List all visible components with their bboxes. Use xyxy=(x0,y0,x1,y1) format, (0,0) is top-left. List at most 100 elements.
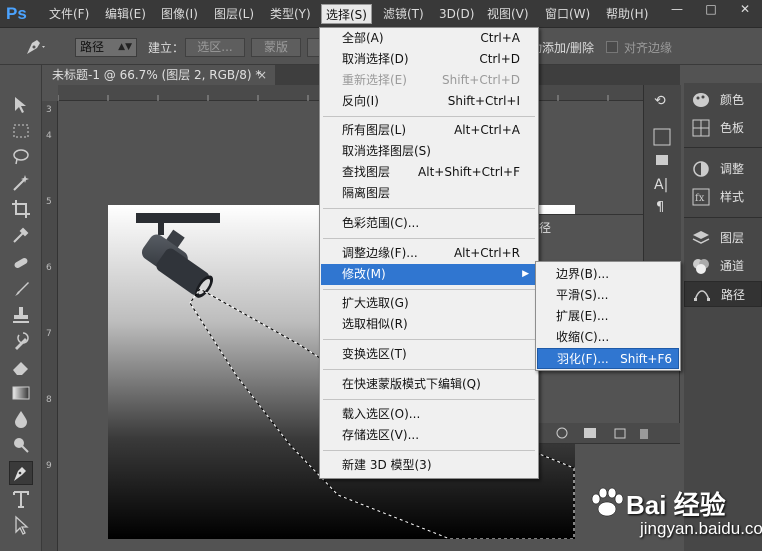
panel-tab-label[interactable]: 径 xyxy=(539,219,551,236)
submenu-arrow-icon: ▶ xyxy=(522,269,529,279)
path-selection-tool-icon[interactable] xyxy=(9,513,33,537)
ruler-tick-label: 5 xyxy=(46,197,52,207)
make-selection-button[interactable]: 选区... xyxy=(185,38,245,57)
menu-select-all[interactable]: 全部(A) Ctrl+A xyxy=(321,28,537,49)
ruler-tick-label: 3 xyxy=(46,105,52,115)
submenu-feather[interactable]: 羽化(F)... Shift+F6 xyxy=(537,348,679,369)
lasso-tool-icon[interactable] xyxy=(9,145,33,169)
watermark-brand: Bai 经验 xyxy=(626,490,726,520)
type-tool-icon[interactable] xyxy=(9,487,33,511)
menu-layer[interactable]: 图层(L) xyxy=(210,4,258,24)
menu-view[interactable]: 视图(V) xyxy=(483,4,533,24)
menu-inverse[interactable]: 反向(I) Shift+Ctrl+I xyxy=(321,91,537,112)
gradient-tool-icon[interactable] xyxy=(9,381,33,405)
chevron-updown-icon: ▲▼ xyxy=(118,42,132,52)
magic-wand-tool-icon[interactable] xyxy=(9,171,33,195)
marquee-tool-icon[interactable] xyxy=(9,119,33,143)
palette-icon xyxy=(692,91,710,109)
submenu-border[interactable]: 边界(B)... xyxy=(537,264,679,285)
menu-filter[interactable]: 滤镜(T) xyxy=(379,4,428,24)
panel-bottom-bar xyxy=(520,423,680,443)
menu-save-selection[interactable]: 存储选区(V)... xyxy=(321,425,537,446)
menu-window[interactable]: 窗口(W) xyxy=(541,4,594,24)
tools-panel xyxy=(0,65,42,551)
swatches-panel-button[interactable]: 色板 xyxy=(684,115,762,141)
color-panel-button[interactable]: 颜色 xyxy=(684,87,762,113)
menu-type[interactable]: 类型(Y) xyxy=(266,4,315,24)
menu-deselect[interactable]: 取消选择(D) Ctrl+D xyxy=(321,49,537,70)
document-title: 未标题-1 @ 66.7% (图层 2, RGB/8) * xyxy=(52,68,262,82)
svg-text:fx: fx xyxy=(695,193,705,204)
eraser-tool-icon[interactable] xyxy=(9,355,33,379)
menu-similar[interactable]: 选取相似(R) xyxy=(321,314,537,335)
ruler-left: 3 4 5 6 7 8 9 xyxy=(42,101,58,551)
align-edges-checkbox[interactable] xyxy=(606,41,618,53)
submenu-smooth[interactable]: 平滑(S)... xyxy=(537,285,679,306)
menu-color-range[interactable]: 色彩范围(C)... xyxy=(321,213,537,234)
align-edges-label: 对齐边缘 xyxy=(624,41,673,55)
menu-quick-mask[interactable]: 在快速蒙版模式下编辑(Q) xyxy=(321,374,537,395)
svg-text:A|: A| xyxy=(654,177,668,193)
menu-grow[interactable]: 扩大选取(G) xyxy=(321,293,537,314)
menu-bar: Ps 文件(F) 编辑(E) 图像(I) 图层(L) 类型(Y) 选择(S) 滤… xyxy=(0,0,762,28)
svg-text:¶: ¶ xyxy=(656,200,664,215)
watermark-domain: jingyan.baidu.com xyxy=(640,519,762,538)
menu-file[interactable]: 文件(F) xyxy=(45,4,93,24)
menu-modify[interactable]: 修改(M) ▶ xyxy=(321,264,537,285)
ruler-tick-label: 6 xyxy=(46,263,52,273)
ruler-tick-label: 7 xyxy=(46,329,52,339)
menu-load-selection[interactable]: 载入选区(O)... xyxy=(321,404,537,425)
close-tab-icon[interactable]: × xyxy=(257,65,267,85)
menu-edit[interactable]: 编辑(E) xyxy=(101,4,150,24)
panel-dock: 颜色 色板 调整 fx 样式 图层 通道 路径 xyxy=(684,83,762,551)
channels-icon xyxy=(692,257,710,275)
eyedropper-tool-icon[interactable] xyxy=(9,223,33,247)
close-window-button[interactable]: ✕ xyxy=(728,0,762,18)
crop-tool-icon[interactable] xyxy=(9,197,33,221)
minimize-button[interactable]: — xyxy=(660,0,694,18)
move-tool-icon[interactable] xyxy=(9,93,33,117)
dodge-tool-icon[interactable] xyxy=(9,433,33,457)
path-icon xyxy=(693,286,711,304)
clone-stamp-tool-icon[interactable] xyxy=(9,303,33,327)
baidu-jingyan-watermark: Bai 经验 jingyan.baidu.com xyxy=(582,483,762,545)
photoshop-logo: Ps xyxy=(6,4,27,23)
ruler-tick-label: 9 xyxy=(46,461,52,471)
history-brush-tool-icon[interactable] xyxy=(9,329,33,353)
pen-mode-select[interactable]: 路径 ▲▼ xyxy=(75,38,137,57)
document-tab[interactable]: 未标题-1 @ 66.7% (图层 2, RGB/8) * × xyxy=(42,65,275,85)
brush-tool-icon[interactable] xyxy=(9,277,33,301)
build-label: 建立： xyxy=(148,41,185,55)
menu-all-layers[interactable]: 所有图层(L) Alt+Ctrl+A xyxy=(321,120,537,141)
select-menu-dropdown: 全部(A) Ctrl+A 取消选择(D) Ctrl+D 重新选择(E) Shift+C… xyxy=(319,27,539,479)
channels-panel-button[interactable]: 通道 xyxy=(684,253,762,279)
menu-image[interactable]: 图像(I) xyxy=(157,4,202,24)
menu-new-3d-extrusion[interactable]: 新建 3D 模型(3) xyxy=(321,455,537,476)
modify-submenu: 边界(B)... 平滑(S)... 扩展(E)... 收缩(C)... 羽化(F… xyxy=(535,261,681,371)
maximize-button[interactable]: □ xyxy=(694,0,728,18)
menu-refine-edge[interactable]: 调整边缘(F)... Alt+Ctrl+R xyxy=(321,243,537,264)
paths-panel-button[interactable]: 路径 xyxy=(684,281,762,307)
menu-reselect: 重新选择(E) Shift+Ctrl+D xyxy=(342,73,520,87)
submenu-expand[interactable]: 扩展(E)... xyxy=(537,306,679,327)
svg-text:⟲: ⟲ xyxy=(654,93,666,109)
layers-panel-button[interactable]: 图层 xyxy=(684,225,762,251)
grid-icon xyxy=(692,119,710,137)
menu-deselect-layers[interactable]: 取消选择图层(S) xyxy=(321,141,537,162)
menu-find-layers[interactable]: 查找图层 Alt+Shift+Ctrl+F xyxy=(321,162,537,183)
menu-3d[interactable]: 3D(D) xyxy=(435,4,478,24)
menu-isolate-layers[interactable]: 隔离图层 xyxy=(321,183,537,204)
pen-tool-preset-icon[interactable] xyxy=(24,37,46,57)
styles-panel-button[interactable]: fx 样式 xyxy=(684,184,762,210)
make-mask-button[interactable]: 蒙版 xyxy=(251,38,301,57)
menu-select[interactable]: 选择(S) xyxy=(321,4,372,24)
blur-tool-icon[interactable] xyxy=(9,407,33,431)
healing-brush-tool-icon[interactable] xyxy=(9,251,33,275)
adjustments-panel-button[interactable]: 调整 xyxy=(684,156,762,182)
ruler-tick-label: 4 xyxy=(46,131,52,141)
menu-help[interactable]: 帮助(H) xyxy=(602,4,652,24)
pen-tool-icon[interactable] xyxy=(9,461,33,485)
menu-transform-selection[interactable]: 变换选区(T) xyxy=(321,344,537,365)
submenu-contract[interactable]: 收缩(C)... xyxy=(537,327,679,348)
paw-icon xyxy=(591,487,624,517)
